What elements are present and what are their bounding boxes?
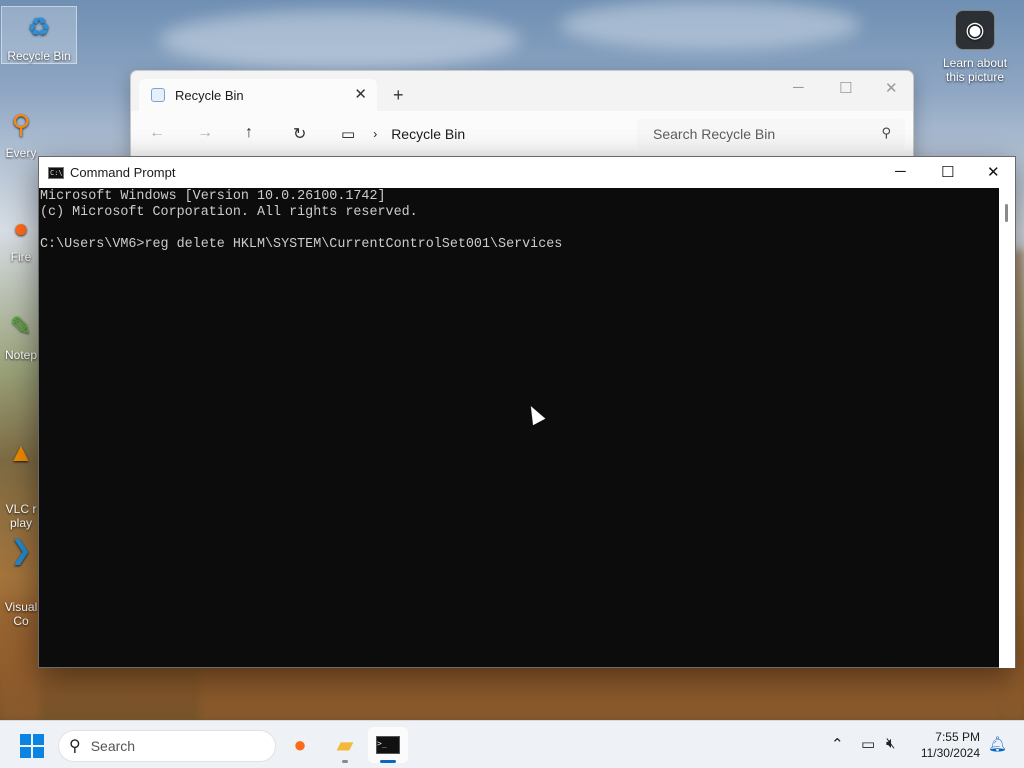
taskbar-command-prompt[interactable]: >_ — [368, 727, 408, 763]
desktop-icon-recycle-bin[interactable]: ♻ Recycle Bin — [1, 6, 77, 64]
monitor-icon: ▭ — [341, 126, 356, 143]
new-tab-button[interactable]: + — [393, 85, 404, 106]
running-indicator — [342, 760, 348, 763]
firefox-icon: ● — [293, 732, 307, 757]
camera-icon: ◉ — [955, 10, 995, 50]
desktop-icon-label: Fire — [10, 250, 32, 264]
desktop-icon-label: Recycle Bin — [7, 49, 71, 63]
cmd-scrollbar[interactable] — [999, 188, 1015, 668]
desktop-icon-notepad[interactable]: ✎ Notep — [1, 306, 41, 363]
chevron-right-icon: › — [373, 127, 378, 141]
windows-logo-tile — [33, 734, 44, 745]
scrollbar-thumb[interactable] — [1005, 204, 1008, 222]
file-explorer-window[interactable]: Recycle Bin ✕ + ─ ☐ ✕ ← → ↑ ↻ ▭ › Recycl… — [130, 70, 914, 170]
learn-about-label: Learn about this picture — [942, 56, 1008, 84]
notepad-plus-plus-icon: ✎ — [10, 310, 32, 341]
firefox-icon: ● — [13, 212, 29, 243]
desktop-icon-label: Visual Co — [4, 600, 38, 628]
taskbar-firefox[interactable]: ● — [280, 727, 320, 763]
close-button[interactable]: ✕ — [987, 163, 1000, 181]
taskbar-file-explorer[interactable]: ▰ — [325, 727, 365, 763]
minimize-button[interactable]: ─ — [895, 163, 906, 180]
vscode-icon: ❯ — [10, 534, 32, 565]
desktop-icon-firefox[interactable]: ● Fire — [1, 208, 41, 265]
search-icon: ⚲ — [69, 738, 81, 755]
cmd-title: Command Prompt — [70, 165, 176, 180]
everything-search-icon: ⚲ — [11, 108, 31, 139]
explorer-search-input[interactable]: Search Recycle Bin ⚲ — [637, 119, 905, 149]
network-icon[interactable]: ▭ — [861, 735, 875, 753]
chevron-up-icon[interactable]: ⌃ — [831, 735, 844, 753]
up-arrow-icon[interactable]: ↑ — [245, 124, 253, 142]
explorer-search-placeholder: Search Recycle Bin — [653, 126, 776, 142]
active-indicator — [380, 760, 396, 763]
vlc-icon: ▲ — [8, 436, 34, 467]
desktop-icon-label: Notep — [4, 348, 38, 362]
learn-about-picture[interactable]: ◉ Learn about this picture — [934, 10, 1016, 84]
folder-icon: ▰ — [336, 732, 354, 757]
windows-logo-tile — [20, 747, 31, 758]
wallpaper-cloud — [160, 10, 520, 70]
address-bar[interactable]: ▭ › Recycle Bin — [341, 119, 633, 149]
desktop-icon-label: Every — [5, 146, 37, 160]
forward-arrow-icon[interactable]: → — [197, 124, 213, 142]
refresh-icon[interactable]: ↻ — [293, 124, 306, 144]
console-line: C:\Users\VM6>reg delete HKLM\SYSTEM\Curr… — [40, 237, 563, 252]
recycle-bin-icon: ♻ — [27, 11, 51, 42]
back-arrow-icon[interactable]: ← — [149, 124, 165, 142]
address-text: Recycle Bin — [391, 126, 466, 142]
wallpaper-cliff — [200, 668, 1000, 720]
console-line: (c) Microsoft Corporation. All rights re… — [40, 205, 418, 220]
close-tab-icon[interactable]: ✕ — [354, 85, 367, 103]
start-button[interactable] — [20, 734, 44, 758]
desktop-icon-vscode[interactable]: ❯ Visual Co — [1, 502, 41, 642]
windows-logo-tile — [33, 747, 44, 758]
clock-date: 11/30/2024 — [920, 746, 980, 760]
terminal-icon: >_ — [376, 736, 400, 754]
explorer-tab-label: Recycle Bin — [175, 87, 244, 103]
desktop-icon-everything[interactable]: ⚲ Every — [1, 104, 41, 161]
explorer-tab[interactable]: Recycle Bin ✕ — [139, 79, 377, 111]
search-icon: ⚲ — [881, 125, 891, 140]
explorer-navbar: ← → ↑ ↻ ▭ › Recycle Bin Search Recycle B… — [131, 111, 913, 157]
volume-muted-icon[interactable]: 🔇︎ — [886, 735, 895, 752]
taskbar-search-placeholder: Search — [90, 738, 136, 754]
windows-logo-tile — [20, 734, 31, 745]
maximize-button[interactable]: ☐ — [839, 79, 852, 97]
close-button[interactable]: ✕ — [885, 79, 898, 97]
recycle-bin-icon — [151, 88, 165, 102]
console-line: Microsoft Windows [Version 10.0.26100.17… — [40, 189, 386, 204]
wallpaper-cloud — [560, 0, 860, 50]
taskbar-search-box[interactable]: ⚲ Search — [58, 730, 276, 762]
cmd-console[interactable]: Microsoft Windows [Version 10.0.26100.17… — [39, 188, 999, 668]
notification-bell-icon[interactable]: 🔔︎ — [988, 735, 1007, 753]
taskbar-clock[interactable]: 7:55 PM 11/30/2024 — [900, 729, 980, 761]
cmd-titlebar[interactable]: C:\ Command Prompt ─ ☐ ✕ — [39, 157, 1015, 188]
minimize-button[interactable]: ─ — [793, 79, 804, 96]
clock-time: 7:55 PM — [935, 730, 980, 744]
taskbar: ⚲ Search ● ▰ >_ ⌃ ▭ 🔇︎ 7:55 PM 11/30/202… — [0, 720, 1024, 768]
cmd-app-icon: C:\ — [48, 166, 64, 179]
maximize-button[interactable]: ☐ — [941, 163, 954, 181]
